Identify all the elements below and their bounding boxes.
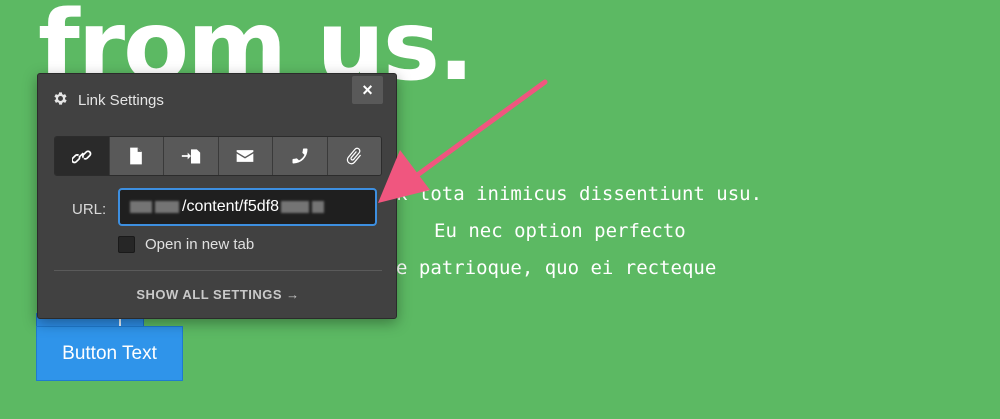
body-text: k tota inimicus dissentiunt usu. Eu nec …	[396, 176, 762, 287]
body-line: Eu nec option perfecto	[434, 220, 686, 242]
divider	[54, 270, 382, 271]
redacted-text	[280, 201, 309, 213]
tab-page[interactable]	[109, 137, 164, 175]
gear-icon	[52, 90, 69, 111]
url-value: /content/f5df8	[182, 198, 279, 215]
phone-icon	[292, 148, 308, 164]
tab-attachment[interactable]	[327, 137, 381, 175]
open-new-tab-checkbox[interactable]	[118, 236, 135, 253]
link-settings-popover: Link Settings × URL: /content/f5df8 Open	[37, 73, 397, 319]
tab-phone[interactable]	[273, 137, 328, 175]
open-new-tab-option[interactable]: Open in new tab	[118, 236, 254, 253]
body-line: e patrioque, quo ei recteque	[396, 257, 717, 279]
open-new-tab-label: Open in new tab	[145, 236, 255, 253]
anchor-jump-icon	[181, 149, 200, 164]
popover-title: Link Settings	[78, 92, 164, 109]
popover-header: Link Settings	[52, 90, 164, 111]
redacted-text	[311, 201, 324, 213]
tab-link[interactable]	[55, 137, 110, 175]
tab-anchor[interactable]	[164, 137, 219, 175]
attachment-icon	[347, 147, 362, 165]
tab-email[interactable]	[218, 137, 273, 175]
url-input[interactable]: /content/f5df8	[118, 188, 377, 226]
body-line: k tota inimicus dissentiunt usu.	[396, 183, 763, 205]
page-icon	[130, 147, 143, 165]
email-icon	[236, 150, 254, 162]
link-icon	[71, 150, 92, 164]
show-all-settings-link[interactable]: SHOW ALL SETTINGS →	[38, 287, 398, 302]
page-button[interactable]: Button Text	[36, 326, 183, 381]
redacted-text	[130, 201, 152, 213]
close-button[interactable]: ×	[352, 76, 383, 104]
url-label: URL:	[72, 201, 107, 218]
redacted-text	[155, 201, 179, 213]
link-type-tabs	[54, 136, 382, 176]
